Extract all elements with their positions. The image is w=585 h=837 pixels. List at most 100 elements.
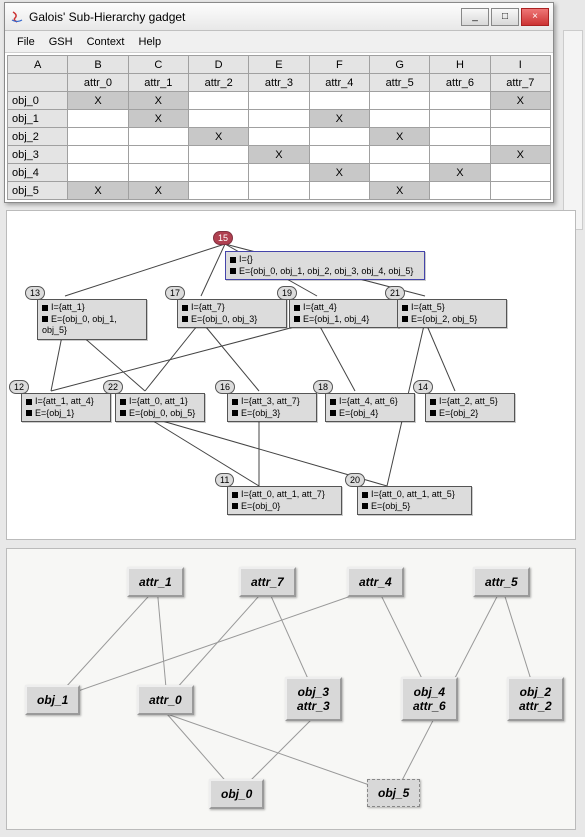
graph-attr[interactable]: attr_4 (347, 567, 404, 597)
node-id[interactable]: 18 (313, 380, 333, 394)
context-cell[interactable]: X (369, 128, 429, 146)
context-cell[interactable]: X (68, 92, 128, 110)
concept-graph[interactable]: attr_1 attr_7 attr_4 attr_5 obj_1 attr_0… (6, 548, 576, 830)
context-cell[interactable]: X (369, 182, 429, 200)
context-cell[interactable] (369, 146, 429, 164)
context-cell[interactable] (249, 128, 309, 146)
node-id[interactable]: 20 (345, 473, 365, 487)
menu-file[interactable]: File (11, 34, 41, 50)
lattice-node[interactable]: I={att_4, att_6}E={obj_4} (325, 393, 415, 422)
attr-head[interactable]: attr_7 (490, 74, 550, 92)
context-cell[interactable] (68, 110, 128, 128)
attr-head[interactable]: attr_5 (369, 74, 429, 92)
context-cell[interactable]: X (430, 164, 490, 182)
row-head[interactable]: obj_2 (8, 128, 68, 146)
context-cell[interactable] (369, 92, 429, 110)
context-cell[interactable] (128, 128, 188, 146)
context-cell[interactable] (430, 146, 490, 164)
context-cell[interactable] (249, 92, 309, 110)
graph-mixed[interactable]: obj_2 attr_2 (507, 677, 564, 721)
context-cell[interactable] (430, 182, 490, 200)
graph-obj-selected[interactable]: obj_5 (367, 779, 420, 807)
attr-head[interactable]: attr_3 (249, 74, 309, 92)
node-id-root[interactable]: 15 (213, 231, 233, 245)
graph-mixed[interactable]: obj_4 attr_6 (401, 677, 458, 721)
context-cell[interactable] (490, 128, 550, 146)
attr-head[interactable]: attr_0 (68, 74, 128, 92)
context-cell[interactable] (430, 128, 490, 146)
node-id[interactable]: 12 (9, 380, 29, 394)
context-cell[interactable] (249, 182, 309, 200)
attr-head[interactable]: attr_2 (188, 74, 248, 92)
table-row[interactable]: obj_5XXX (8, 182, 551, 200)
col-head[interactable]: E (249, 56, 309, 74)
context-cell[interactable] (249, 164, 309, 182)
row-head[interactable]: obj_0 (8, 92, 68, 110)
menu-context[interactable]: Context (81, 34, 131, 50)
context-cell[interactable] (188, 92, 248, 110)
table-row[interactable]: obj_3 X X (8, 146, 551, 164)
lattice-node[interactable]: I={att_0, att_1}E={obj_0, obj_5} (115, 393, 205, 422)
node-id[interactable]: 11 (215, 473, 234, 487)
table-row[interactable]: obj_0XXX (8, 92, 551, 110)
graph-attr[interactable]: attr_1 (127, 567, 184, 597)
context-cell[interactable] (490, 164, 550, 182)
lattice-node[interactable]: I={att_1, att_4}E={obj_1} (21, 393, 111, 422)
context-cell[interactable] (309, 146, 369, 164)
row-head[interactable]: obj_3 (8, 146, 68, 164)
context-cell[interactable]: X (309, 164, 369, 182)
graph-obj[interactable]: obj_0 (209, 779, 264, 809)
table-row[interactable]: obj_1XX (8, 110, 551, 128)
row-head[interactable]: obj_1 (8, 110, 68, 128)
graph-obj[interactable]: obj_1 (25, 685, 80, 715)
menu-gsh[interactable]: GSH (43, 34, 79, 50)
col-head[interactable]: D (188, 56, 248, 74)
context-cell[interactable]: X (490, 92, 550, 110)
context-cell[interactable] (249, 110, 309, 128)
titlebar[interactable]: Galois' Sub-Hierarchy gadget _ □ × (5, 3, 553, 31)
context-cell[interactable]: X (68, 182, 128, 200)
row-head[interactable]: obj_5 (8, 182, 68, 200)
context-cell[interactable] (430, 92, 490, 110)
context-cell[interactable] (369, 164, 429, 182)
context-cell[interactable] (68, 128, 128, 146)
lattice-node[interactable]: I={att_2, att_5}E={obj_2} (425, 393, 515, 422)
maximize-button[interactable]: □ (491, 8, 519, 26)
lattice-node[interactable]: I={att_0, att_1, att_7}E={obj_0} (227, 486, 342, 515)
lattice-node[interactable]: I={att_1}E={obj_0, obj_1, obj_5} (37, 299, 147, 340)
context-cell[interactable] (188, 164, 248, 182)
col-head[interactable]: C (128, 56, 188, 74)
graph-mixed[interactable]: obj_3 attr_3 (285, 677, 342, 721)
context-cell[interactable] (309, 182, 369, 200)
context-cell[interactable] (68, 146, 128, 164)
context-cell[interactable]: X (490, 146, 550, 164)
graph-attr[interactable]: attr_0 (137, 685, 194, 715)
lattice-node[interactable]: I={att_7}E={obj_0, obj_3} (177, 299, 287, 328)
context-cell[interactable]: X (249, 146, 309, 164)
lattice-diagram[interactable]: 15 I={} E={obj_0, obj_1, obj_2, obj_3, o… (6, 210, 576, 540)
node-id[interactable]: 14 (413, 380, 433, 394)
col-head[interactable]: H (430, 56, 490, 74)
context-cell[interactable] (309, 92, 369, 110)
col-head[interactable]: A (8, 56, 68, 74)
graph-attr[interactable]: attr_5 (473, 567, 530, 597)
context-cell[interactable] (430, 110, 490, 128)
context-cell[interactable]: X (128, 110, 188, 128)
col-head[interactable]: G (369, 56, 429, 74)
row-head[interactable]: obj_4 (8, 164, 68, 182)
col-head[interactable]: B (68, 56, 128, 74)
col-head[interactable]: I (490, 56, 550, 74)
node-id[interactable]: 17 (165, 286, 185, 300)
lattice-node[interactable]: I={att_0, att_1, att_5}E={obj_5} (357, 486, 472, 515)
context-cell[interactable] (128, 164, 188, 182)
lattice-node[interactable]: I={att_5}E={obj_2, obj_5} (397, 299, 507, 328)
node-id[interactable]: 22 (103, 380, 123, 394)
close-button[interactable]: × (521, 8, 549, 26)
context-cell[interactable]: X (188, 128, 248, 146)
minimize-button[interactable]: _ (461, 8, 489, 26)
context-cell[interactable] (188, 182, 248, 200)
table-row[interactable]: obj_4 X X (8, 164, 551, 182)
table-row[interactable]: obj_2 X X (8, 128, 551, 146)
lattice-node-root[interactable]: I={} E={obj_0, obj_1, obj_2, obj_3, obj_… (225, 251, 425, 280)
context-cell[interactable] (369, 110, 429, 128)
